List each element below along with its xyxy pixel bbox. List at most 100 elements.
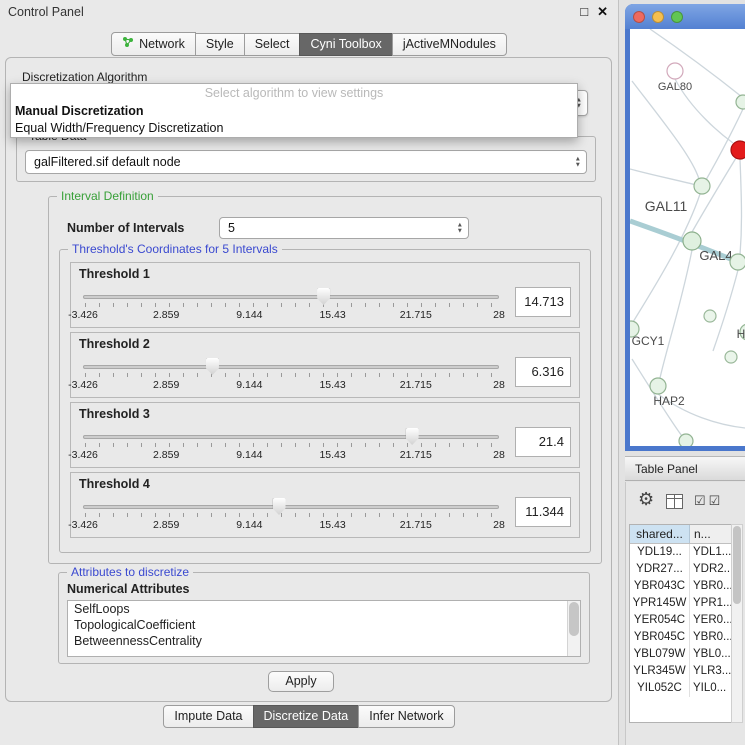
node-table[interactable]: shared... n... YDL19...YDL1...YDR27...YD… [629, 524, 732, 723]
scrollbar-thumb[interactable] [733, 526, 741, 604]
threshold-value-field[interactable]: 21.4 [515, 427, 571, 457]
tab-infer-network[interactable]: Infer Network [358, 705, 454, 728]
table-row[interactable]: YBL079WYBL0... [630, 646, 731, 663]
cell-name[interactable]: YBL0... [690, 646, 731, 663]
column-header-shared-name[interactable]: shared... [630, 525, 690, 543]
list-scrollbar[interactable] [567, 601, 580, 656]
network-view-window[interactable]: GAL80GAL11GAL4GCY1HAP2H [625, 4, 745, 451]
threshold-value-field[interactable]: 11.344 [515, 497, 571, 527]
threshold-value-field[interactable]: 14.713 [515, 287, 571, 317]
tab-style[interactable]: Style [195, 33, 245, 56]
tab-select[interactable]: Select [244, 33, 301, 56]
network-node-gal11[interactable] [694, 178, 710, 194]
cell-name[interactable]: YBR0... [690, 629, 731, 646]
network-window-titlebar[interactable] [625, 4, 745, 29]
threshold-label: Threshold 4 [79, 477, 150, 491]
threshold-slider[interactable]: -3.4262.8599.14415.4321.71528 [83, 427, 499, 465]
tab-cyni-toolbox[interactable]: Cyni Toolbox [299, 33, 392, 56]
table-row[interactable]: YPR145WYPR1... [630, 595, 731, 612]
network-node-hap2[interactable] [650, 378, 666, 394]
scale-label: 21.715 [400, 519, 432, 531]
threshold-slider[interactable]: -3.4262.8599.14415.4321.71528 [83, 287, 499, 325]
cell-shared-name[interactable]: YBR043C [630, 578, 690, 595]
cell-name[interactable]: YDR2... [690, 561, 731, 578]
table-row[interactable]: YBR043CYBR0... [630, 578, 731, 595]
table-header-row: shared... n... [630, 525, 731, 544]
table-row[interactable]: YDL19...YDL1... [630, 544, 731, 561]
cell-shared-name[interactable]: YER054C [630, 612, 690, 629]
gear-icon[interactable]: ⚙ [638, 489, 654, 510]
cell-shared-name[interactable]: YDL19... [630, 544, 690, 561]
slider-track[interactable] [83, 505, 499, 509]
threshold-slider[interactable]: -3.4262.8599.14415.4321.71528 [83, 357, 499, 395]
network-node[interactable] [679, 434, 693, 446]
threshold-slider[interactable]: -3.4262.8599.14415.4321.71528 [83, 497, 499, 535]
cell-shared-name[interactable]: YLR345W [630, 663, 690, 680]
table-row[interactable]: YLR345WYLR3... [630, 663, 731, 680]
slider-scale: -3.4262.8599.14415.4321.71528 [83, 309, 499, 321]
list-item[interactable]: BetweennessCentrality [68, 633, 580, 649]
scale-label: 2.859 [153, 449, 179, 461]
table-data-combobox[interactable]: galFiltered.sif default node ▲▼ [25, 150, 587, 174]
tab-discretize-data[interactable]: Discretize Data [253, 705, 360, 728]
network-canvas[interactable]: GAL80GAL11GAL4GCY1HAP2H [630, 29, 745, 446]
dropdown-option-equal-width-frequency[interactable]: Equal Width/Frequency Discretization [11, 120, 577, 137]
threshold-panel: Threshold 2 -3.4262.8599.14415.4321.7152… [70, 332, 580, 398]
table-row[interactable]: YER054CYER0... [630, 612, 731, 629]
slider-ticks [85, 443, 497, 447]
list-item[interactable]: TopologicalCoefficient [68, 617, 580, 633]
network-node[interactable] [704, 310, 716, 322]
slider-track[interactable] [83, 295, 499, 299]
zoom-traffic-light[interactable] [671, 11, 683, 23]
control-panel-titlebar[interactable]: Control Panel □ ✕ [0, 0, 618, 26]
minimize-traffic-light[interactable] [652, 11, 664, 23]
cell-name[interactable]: YBR0... [690, 578, 731, 595]
table-row[interactable]: YDR27...YDR2... [630, 561, 731, 578]
node-label: HAP2 [653, 394, 685, 408]
table-rows: YDL19...YDL1...YDR27...YDR2...YBR043CYBR… [630, 544, 731, 697]
cell-name[interactable]: YDL1... [690, 544, 731, 561]
close-icon[interactable]: ✕ [597, 4, 608, 20]
network-node[interactable] [730, 254, 745, 270]
number-of-intervals-combobox[interactable]: 5 ▲▼ [219, 217, 469, 239]
cell-name[interactable]: YER0... [690, 612, 731, 629]
close-traffic-light[interactable] [633, 11, 645, 23]
cell-name[interactable]: YPR1... [690, 595, 731, 612]
dropdown-option-manual-discretization[interactable]: Manual Discretization [11, 103, 577, 120]
numerical-attributes-list[interactable]: SelfLoopsTopologicalCoefficientBetweenne… [67, 600, 581, 657]
network-node-gal4[interactable] [683, 232, 701, 250]
minimize-icon[interactable]: □ [580, 4, 588, 20]
network-node-gal80[interactable] [667, 63, 683, 79]
scale-label: 2.859 [153, 519, 179, 531]
cell-shared-name[interactable]: YDR27... [630, 561, 690, 578]
tab-network[interactable]: Network [111, 32, 196, 56]
apply-button[interactable]: Apply [268, 671, 334, 692]
scale-label: 9.144 [236, 309, 262, 321]
threshold-value-field[interactable]: 6.316 [515, 357, 571, 387]
scale-label: 28 [493, 449, 505, 461]
column-header-name[interactable]: n... [690, 525, 731, 543]
slider-ticks [85, 513, 497, 517]
table-row[interactable]: YBR045CYBR0... [630, 629, 731, 646]
tab-jactivemnodules[interactable]: jActiveMNodules [392, 33, 507, 56]
list-item[interactable]: SelfLoops [68, 601, 580, 617]
cell-shared-name[interactable]: YPR145W [630, 595, 690, 612]
table-panel-header[interactable]: Table Panel [625, 456, 745, 481]
checkbox-icons[interactable]: ☑☑ [694, 493, 723, 509]
cell-name[interactable]: YLR3... [690, 663, 731, 680]
table-scrollbar[interactable] [731, 524, 743, 723]
slider-track[interactable] [83, 365, 499, 369]
cell-shared-name[interactable]: YBL079W [630, 646, 690, 663]
network-node[interactable] [736, 95, 745, 109]
cell-name[interactable]: YIL0... [690, 680, 731, 697]
network-node[interactable] [725, 351, 737, 363]
scrollbar-thumb[interactable] [569, 602, 579, 636]
columns-icon[interactable] [666, 494, 683, 514]
tab-impute-data[interactable]: Impute Data [163, 705, 253, 728]
scale-label: 28 [493, 379, 505, 391]
cell-shared-name[interactable]: YBR045C [630, 629, 690, 646]
cell-shared-name[interactable]: YIL052C [630, 680, 690, 697]
table-row[interactable]: YIL052CYIL0... [630, 680, 731, 697]
slider-track[interactable] [83, 435, 499, 439]
network-node[interactable] [731, 141, 745, 159]
